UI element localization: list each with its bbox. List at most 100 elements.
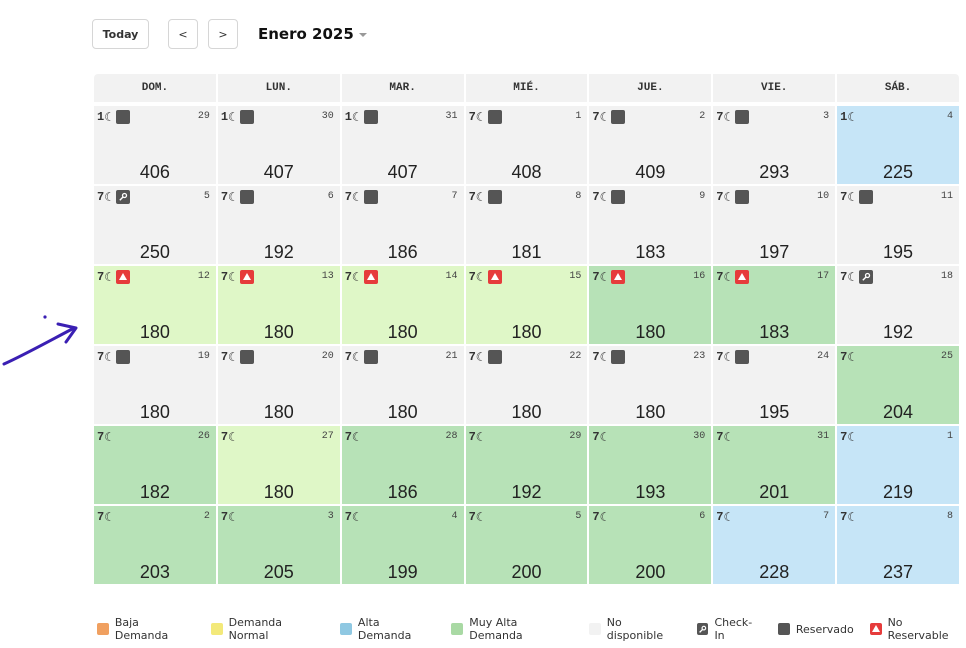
calendar-day-cell[interactable]: 7 ☾ 6 200 [589, 504, 712, 584]
month-selector[interactable]: Enero 2025 [258, 25, 367, 43]
calendar-day-cell[interactable]: 7 ☾ 2 409 [589, 104, 712, 184]
day-price: 219 [883, 482, 914, 502]
calendar-day-cell[interactable]: 1 ☾ 30 407 [217, 104, 340, 184]
min-nights: 7 [468, 430, 476, 444]
day-price: 180 [635, 402, 666, 422]
calendar-day-cell[interactable]: 7 ☾ 8 237 [837, 504, 959, 584]
calendar-day-cell[interactable]: 7 ☾ 6 192 [217, 184, 340, 264]
calendar-day-cell[interactable]: 7 ☾ 28 186 [341, 424, 464, 504]
calendar-day-cell[interactable]: 7 ☾ 1 408 [465, 104, 588, 184]
calendar-day-cell[interactable]: 7 ☾ 2 203 [94, 504, 216, 584]
calendar-day-cell[interactable]: 7 ☾ 29 192 [465, 424, 588, 504]
legend-label: No disponible [606, 616, 664, 642]
calendar-day-cell[interactable]: 7 ☾ 16 180 [589, 264, 712, 344]
stay-info: 7 ☾ [469, 350, 502, 364]
stay-info: 7 ☾ [840, 510, 858, 524]
min-nights: 7 [468, 190, 476, 204]
calendar-day-cell[interactable]: 7 ☾ 13 180 [217, 264, 340, 344]
stay-info: 7 ☾ [221, 350, 254, 364]
calendar-day-cell[interactable]: 7 ☾ 19 180 [94, 344, 216, 424]
calendar-day-cell[interactable]: 1 ☾ 31 407 [341, 104, 464, 184]
warning-icon [363, 270, 378, 284]
min-nights: 7 [592, 190, 600, 204]
moon-icon: ☾ [228, 270, 239, 284]
reserved-icon [239, 110, 254, 124]
previous-month-button[interactable]: < [168, 19, 198, 49]
stay-info: 7 ☾ [97, 350, 130, 364]
calendar-day-cell[interactable]: 7 ☾ 22 180 [465, 344, 588, 424]
calendar-day-cell[interactable]: 7 ☾ 7 228 [713, 504, 836, 584]
calendar-day-cell[interactable]: 7 ☾ 11 195 [837, 184, 959, 264]
warning-icon [487, 270, 502, 284]
day-number: 21 [445, 351, 458, 362]
stay-info: 7 ☾ [469, 110, 502, 124]
min-nights: 7 [716, 270, 724, 284]
warning-icon [239, 270, 254, 284]
calendar-day-cell[interactable]: 7 ☾ 8 181 [465, 184, 588, 264]
calendar-day-cell[interactable]: 7 ☾ 21 180 [341, 344, 464, 424]
day-number: 4 [946, 111, 953, 122]
stay-info: 1 ☾ [221, 110, 254, 124]
day-price: 180 [635, 322, 666, 342]
calendar-day-cell[interactable]: 7 ☾ 5 250 [94, 184, 216, 264]
calendar-day-cell[interactable]: 7 ☾ 14 180 [341, 264, 464, 344]
calendar-day-cell[interactable]: 7 ☾ 7 186 [341, 184, 464, 264]
calendar-day-cell[interactable]: 7 ☾ 31 201 [713, 424, 836, 504]
legend-label: Muy Alta Demanda [469, 616, 523, 642]
calendar-day-cell[interactable]: 7 ☾ 23 180 [589, 344, 712, 424]
calendar-day-cell[interactable]: 7 ☾ 5 200 [465, 504, 588, 584]
calendar-day-cell[interactable]: 7 ☾ 27 180 [217, 424, 340, 504]
min-nights: 7 [592, 270, 600, 284]
day-price: 180 [511, 402, 542, 422]
calendar-day-cell[interactable]: 7 ☾ 20 180 [217, 344, 340, 424]
calendar-day-cell[interactable]: 1 ☾ 4 225 [837, 104, 959, 184]
calendar-day-cell[interactable]: 7 ☾ 3 205 [217, 504, 340, 584]
day-number: 27 [321, 431, 334, 442]
warning-icon [611, 270, 626, 284]
today-button[interactable]: Today [92, 19, 149, 49]
reserved-icon [611, 190, 626, 204]
min-nights: 1 [220, 110, 229, 124]
day-number: 9 [699, 191, 706, 202]
day-number: 30 [321, 111, 334, 122]
calendar-day-cell[interactable]: 7 ☾ 10 197 [713, 184, 836, 264]
calendar-day-cell[interactable]: 7 ☾ 3 293 [713, 104, 836, 184]
legend-swatch [451, 623, 464, 635]
calendar-day-cell[interactable]: 1 ☾ 29 406 [94, 104, 216, 184]
min-nights: 7 [840, 430, 848, 444]
moon-icon: ☾ [475, 270, 487, 284]
calendar-day-cell[interactable]: 7 ☾ 18 192 [837, 264, 959, 344]
day-number: 13 [321, 271, 334, 282]
calendar-day-cell[interactable]: 7 ☾ 9 183 [589, 184, 712, 264]
day-number: 7 [451, 191, 458, 202]
day-number: 30 [693, 431, 706, 442]
stay-info: 7 ☾ [840, 190, 874, 204]
calendar-day-cell[interactable]: 7 ☾ 4 199 [341, 504, 464, 584]
min-nights: 7 [97, 430, 105, 444]
key-icon [859, 270, 874, 284]
legend-item: Check-In [696, 616, 762, 642]
min-nights: 7 [468, 510, 476, 524]
stay-info: 7 ☾ [97, 510, 115, 524]
calendar-day-cell[interactable]: 7 ☾ 25 204 [837, 344, 959, 424]
calendar-day-cell[interactable]: 7 ☾ 15 180 [465, 264, 588, 344]
calendar-day-cell[interactable]: 7 ☾ 26 182 [94, 424, 216, 504]
calendar-day-cell[interactable]: 7 ☾ 17 183 [713, 264, 836, 344]
day-number: 15 [569, 271, 582, 282]
stay-info: 7 ☾ [716, 110, 750, 124]
next-month-button[interactable]: > [208, 19, 238, 49]
calendar-day-cell[interactable]: 7 ☾ 24 195 [713, 344, 836, 424]
day-price: 192 [883, 322, 914, 342]
calendar-day-cell[interactable]: 7 ☾ 1 219 [837, 424, 959, 504]
moon-icon: ☾ [723, 510, 735, 524]
day-price: 407 [263, 162, 294, 182]
calendar-day-cell[interactable]: 7 ☾ 12 180 [94, 264, 216, 344]
moon-icon: ☾ [228, 430, 239, 444]
stay-info: 7 ☾ [97, 190, 130, 204]
stay-info: 7 ☾ [592, 350, 626, 364]
day-number: 3 [823, 111, 830, 122]
min-nights: 7 [716, 110, 724, 124]
calendar-day-cell[interactable]: 7 ☾ 30 193 [589, 424, 712, 504]
min-nights: 7 [220, 510, 229, 524]
day-price: 408 [511, 162, 542, 182]
